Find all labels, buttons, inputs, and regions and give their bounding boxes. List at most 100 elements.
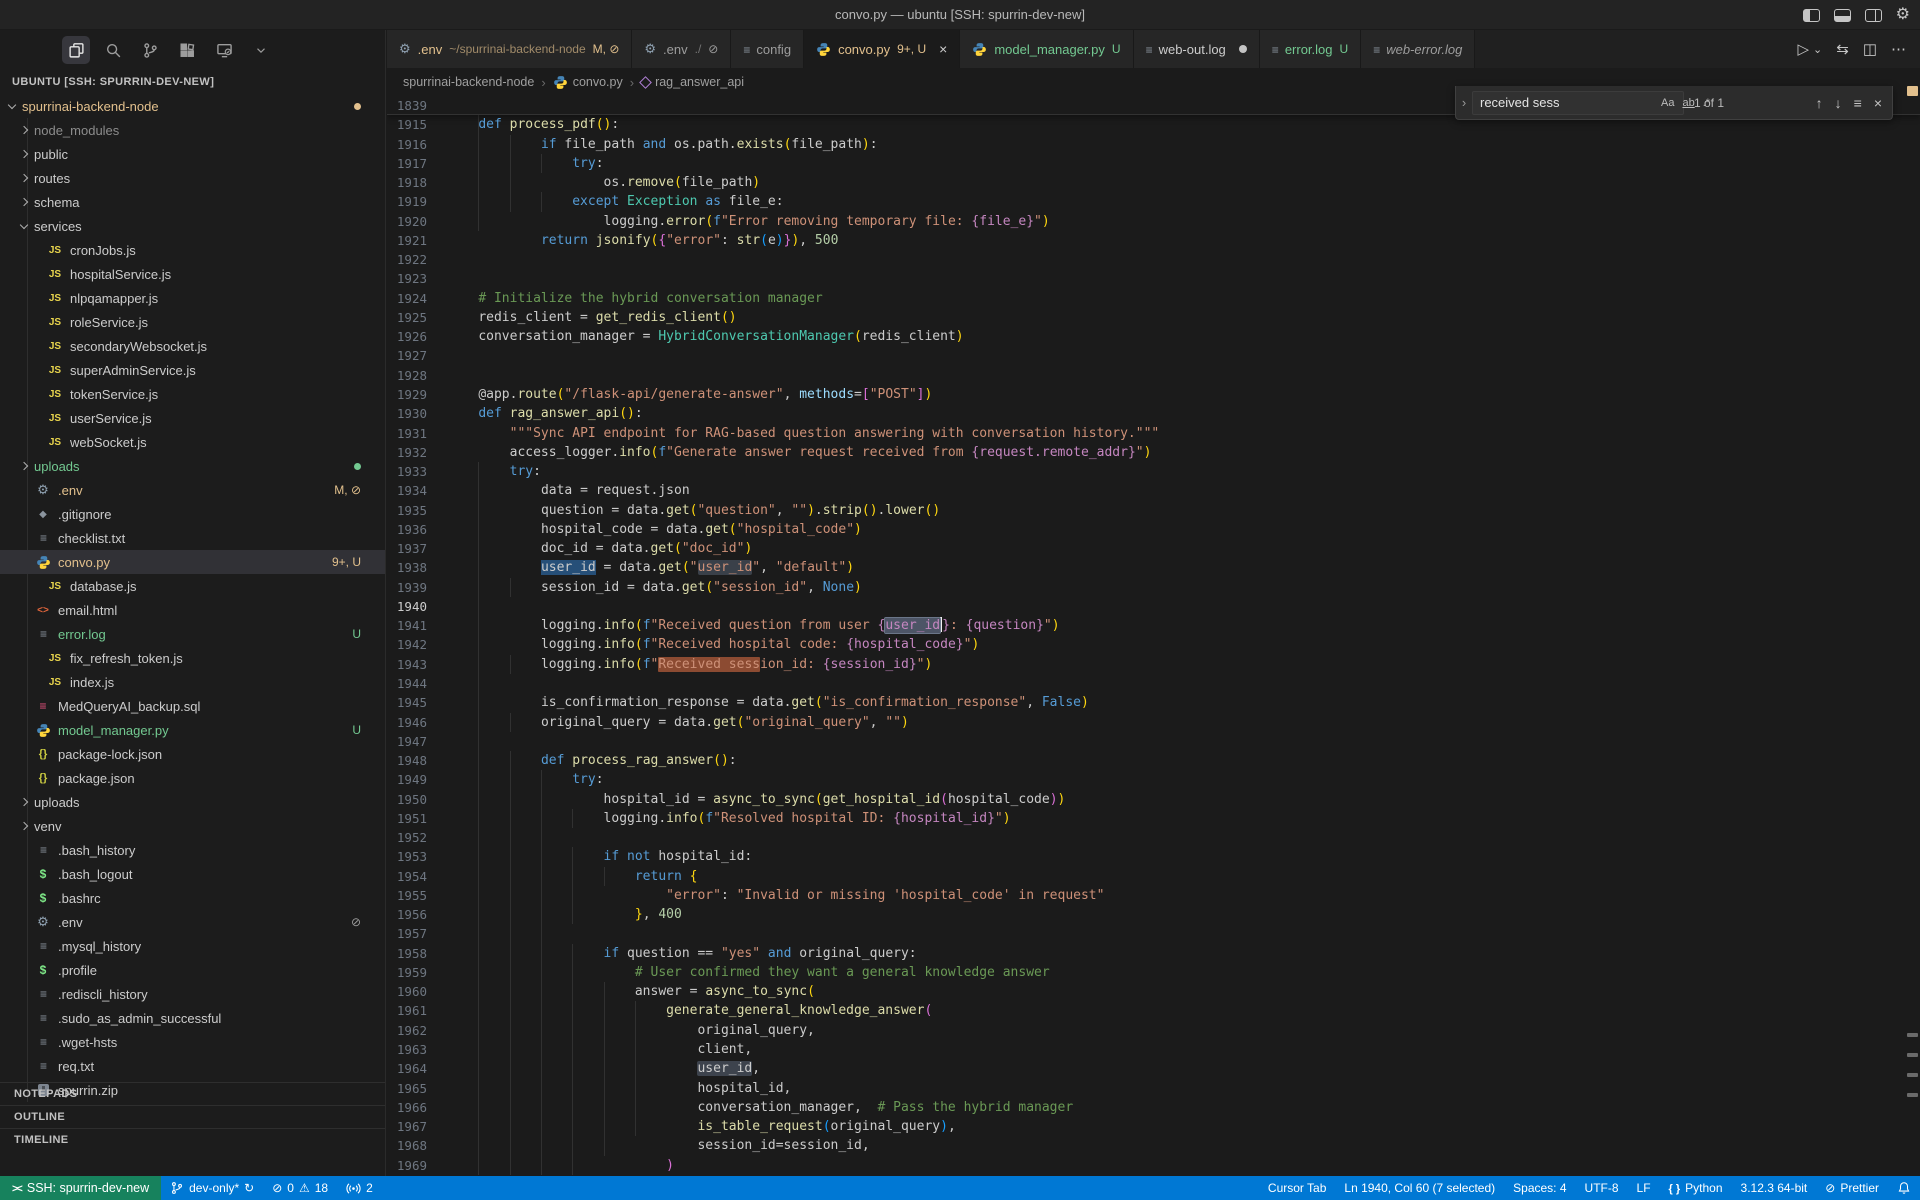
- code-line-1949[interactable]: 1949 hospital_id = async_to_sync(get_hos…: [387, 770, 1920, 789]
- file-row-.env[interactable]: ⚙.envM, ⊘: [0, 478, 385, 502]
- notifications[interactable]: [1888, 1176, 1920, 1200]
- file-row-package.json[interactable]: {}package.json: [0, 766, 385, 790]
- code-line-1946[interactable]: 1946: [387, 713, 1920, 732]
- file-row-email.html[interactable]: <>email.html: [0, 598, 385, 622]
- run-dropdown-icon[interactable]: ⌄: [1813, 43, 1822, 56]
- unsaved-dot-icon[interactable]: [1239, 45, 1247, 53]
- code-line-1950[interactable]: 1950 logging.info(f"Resolved hospital ID…: [387, 790, 1920, 809]
- code-line-1919[interactable]: 1919 logging.error(f"Error removing temp…: [387, 192, 1920, 211]
- file-row-roleService.js[interactable]: JSroleService.js: [0, 310, 385, 334]
- open-changes-icon[interactable]: ⇆: [1836, 40, 1849, 58]
- code-line-1966[interactable]: 1966 is_table_request(original_query),: [387, 1098, 1920, 1117]
- code-line-1918[interactable]: 1918 except Exception as file_e:: [387, 173, 1920, 192]
- git-branch[interactable]: dev-only* ↻: [161, 1176, 263, 1200]
- find-in-selection-icon[interactable]: ≡: [1854, 95, 1862, 111]
- file-row-checklist.txt[interactable]: ≡checklist.txt: [0, 526, 385, 550]
- extensions-icon[interactable]: [173, 36, 201, 64]
- code-line-1942[interactable]: 1942 logging.info(f"Received session_id:…: [387, 635, 1920, 654]
- tab-config[interactable]: ≡ config: [731, 30, 804, 68]
- cursor-tab[interactable]: Cursor Tab: [1259, 1176, 1335, 1200]
- file-row-webSocket.js[interactable]: JSwebSocket.js: [0, 430, 385, 454]
- breadcrumb-item-rag_answer_api[interactable]: rag_answer_api: [641, 75, 744, 89]
- tab-error.log[interactable]: ≡ error.log U: [1260, 30, 1361, 68]
- code-line-1941[interactable]: 1941 logging.info(f"Received hospital co…: [387, 616, 1920, 635]
- file-row-spurrinai-backend-node[interactable]: spurrinai-backend-node: [0, 94, 385, 118]
- match-case-toggle[interactable]: Aa: [1658, 96, 1677, 110]
- file-row-services[interactable]: services: [0, 214, 385, 238]
- breadcrumb-item-spurrinai-backend-node[interactable]: spurrinai-backend-node: [403, 75, 534, 89]
- code-line-1952[interactable]: 1952 if not hospital_id:: [387, 828, 1920, 847]
- file-row-package-lock.json[interactable]: {}package-lock.json: [0, 742, 385, 766]
- code-line-1917[interactable]: 1917 os.remove(file_path): [387, 154, 1920, 173]
- code-line-1931[interactable]: 1931 access_logger.info(f"Generate answe…: [387, 424, 1920, 443]
- split-editor-icon[interactable]: ◫: [1863, 40, 1877, 58]
- tab-web-out.log[interactable]: ≡ web-out.log: [1134, 30, 1260, 68]
- code-editor[interactable]: 1839def process_pdf(): 1915 if file_path…: [387, 96, 1920, 1176]
- code-line-1933[interactable]: 1933 data = request.json: [387, 462, 1920, 481]
- code-line-1926[interactable]: 1926: [387, 327, 1920, 346]
- find-expand-chevron-icon[interactable]: ›: [1456, 86, 1472, 119]
- cursor-position[interactable]: Ln 1940, Col 60 (7 selected): [1335, 1176, 1504, 1200]
- code-line-1935[interactable]: 1935 hospital_code = data.get("hospital_…: [387, 501, 1920, 520]
- prettier[interactable]: ⊘ Prettier: [1816, 1176, 1888, 1200]
- toggle-panel-icon[interactable]: [1834, 9, 1851, 22]
- file-row-public[interactable]: public: [0, 142, 385, 166]
- chevron-down-icon[interactable]: [247, 36, 275, 64]
- file-row-.bash_history[interactable]: ≡.bash_history: [0, 838, 385, 862]
- tab-.env[interactable]: ⚙ .env ./ ⊘: [632, 30, 731, 68]
- code-line-1927[interactable]: 1927: [387, 346, 1920, 365]
- code-line-1953[interactable]: 1953 return {: [387, 847, 1920, 866]
- code-line-1938[interactable]: 1938 session_id = data.get("session_id",…: [387, 558, 1920, 577]
- code-line-1955[interactable]: 1955 }, 400: [387, 886, 1920, 905]
- sidebar-section-timeline[interactable]: TIMELINE: [0, 1128, 385, 1151]
- code-line-1928[interactable]: 1928@app.route("/flask-api/generate-answ…: [387, 366, 1920, 385]
- file-row-.rediscli_history[interactable]: ≡.rediscli_history: [0, 982, 385, 1006]
- tab-convo.py[interactable]: convo.py 9+, U ×: [804, 30, 960, 68]
- code-line-1929[interactable]: 1929def rag_answer_api():: [387, 385, 1920, 404]
- file-row-model_manager.py[interactable]: model_manager.pyU: [0, 718, 385, 742]
- encoding[interactable]: UTF-8: [1576, 1176, 1628, 1200]
- file-row-hospitalService.js[interactable]: JShospitalService.js: [0, 262, 385, 286]
- find-input[interactable]: [1480, 95, 1656, 110]
- code-line-1939[interactable]: 1939: [387, 578, 1920, 597]
- code-line-1968[interactable]: 1968 ): [387, 1136, 1920, 1155]
- code-line-1923[interactable]: 1923# Initialize the hybrid conversation…: [387, 269, 1920, 288]
- file-row-superAdminService.js[interactable]: JSsuperAdminService.js: [0, 358, 385, 382]
- code-line-1967[interactable]: 1967 session_id=session_id,: [387, 1117, 1920, 1136]
- code-line-1948[interactable]: 1948 try:: [387, 751, 1920, 770]
- problems[interactable]: ⊘ 0 ⚠18: [263, 1176, 337, 1200]
- code-line-1959[interactable]: 1959 answer = async_to_sync(: [387, 963, 1920, 982]
- remote-explorer-icon[interactable]: [210, 36, 238, 64]
- file-row-uploads[interactable]: uploads: [0, 790, 385, 814]
- code-line-1962[interactable]: 1962 client,: [387, 1021, 1920, 1040]
- code-line-1940[interactable]: 1940 logging.info(f"Received question fr…: [387, 597, 1920, 616]
- ports-forwarded[interactable]: 2: [337, 1176, 382, 1200]
- code-line-1932[interactable]: 1932 try:: [387, 443, 1920, 462]
- file-row-node_modules[interactable]: node_modules: [0, 118, 385, 142]
- file-row-.env[interactable]: ⚙.env⊘: [0, 910, 385, 934]
- file-row-index.js[interactable]: JSindex.js: [0, 670, 385, 694]
- close-tab-icon[interactable]: ×: [939, 41, 947, 57]
- file-row-venv[interactable]: venv: [0, 814, 385, 838]
- language-mode[interactable]: { } Python: [1660, 1176, 1732, 1200]
- file-row-tokenService.js[interactable]: JStokenService.js: [0, 382, 385, 406]
- file-row-req.txt[interactable]: ≡req.txt: [0, 1054, 385, 1078]
- code-line-1961[interactable]: 1961 original_query,: [387, 1001, 1920, 1020]
- file-row-userService.js[interactable]: JSuserService.js: [0, 406, 385, 430]
- code-line-1934[interactable]: 1934 question = data.get("question", "")…: [387, 481, 1920, 500]
- file-row-cronJobs.js[interactable]: JScronJobs.js: [0, 238, 385, 262]
- search-icon[interactable]: [99, 36, 127, 64]
- file-row-.bash_logout[interactable]: $.bash_logout: [0, 862, 385, 886]
- file-row-fix_refresh_token.js[interactable]: JSfix_refresh_token.js: [0, 646, 385, 670]
- code-line-1944[interactable]: 1944 is_confirmation_response = data.get…: [387, 674, 1920, 693]
- toggle-primary-sidebar-icon[interactable]: [1803, 9, 1820, 22]
- file-row-convo.py[interactable]: convo.py9+, U: [0, 550, 385, 574]
- source-control-icon[interactable]: [136, 36, 164, 64]
- code-line-1951[interactable]: 1951: [387, 809, 1920, 828]
- code-line-1964[interactable]: 1964 hospital_id,: [387, 1059, 1920, 1078]
- code-line-1957[interactable]: 1957 if question == "yes" and original_q…: [387, 924, 1920, 943]
- file-row-.bashrc[interactable]: $.bashrc: [0, 886, 385, 910]
- file-row-secondaryWebsocket.js[interactable]: JSsecondaryWebsocket.js: [0, 334, 385, 358]
- code-line-1954[interactable]: 1954 "error": "Invalid or missing 'hospi…: [387, 867, 1920, 886]
- code-line-1963[interactable]: 1963 user_id,: [387, 1040, 1920, 1059]
